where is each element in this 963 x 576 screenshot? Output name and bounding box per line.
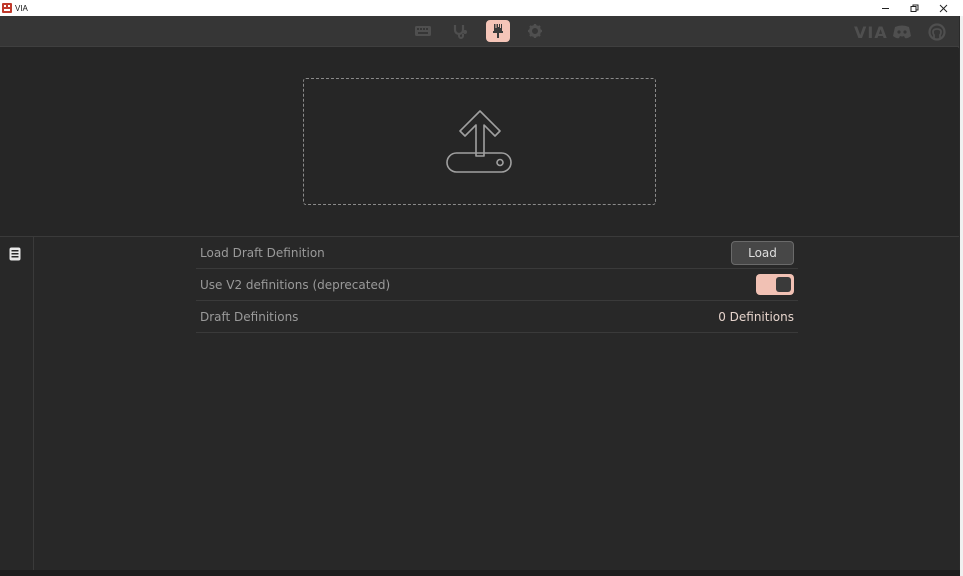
tab-settings[interactable] (523, 20, 547, 42)
via-logo-text: VIA (854, 22, 888, 42)
discord-link[interactable] (892, 22, 912, 42)
window-title: VIA (15, 3, 28, 13)
desktop-background-strip (0, 570, 963, 576)
settings-row-load-draft: Load Draft Definition Load (196, 237, 798, 269)
github-icon (928, 23, 946, 41)
via-app-icon (2, 3, 12, 13)
settings-list: Load Draft Definition Load Use V2 defini… (196, 237, 798, 333)
v2-definitions-toggle[interactable] (756, 274, 794, 295)
restore-icon (910, 4, 918, 12)
close-icon (939, 4, 947, 12)
keyboard-icon (415, 26, 431, 36)
minimize-button[interactable] (871, 0, 899, 16)
top-toolbar: VIA (0, 16, 959, 47)
discord-icon (893, 25, 911, 39)
github-link[interactable] (928, 22, 946, 42)
tab-design[interactable] (486, 20, 510, 42)
minimize-icon (881, 7, 889, 9)
lower-panel: Load Draft Definition Load Use V2 defini… (0, 237, 959, 570)
keyboard-file-icon[interactable] (9, 247, 21, 261)
load-button[interactable]: Load (731, 240, 794, 265)
gear-icon (528, 24, 542, 38)
settings-row-draft-definitions: Draft Definitions 0 Definitions (196, 301, 798, 333)
left-sidebar (0, 237, 34, 570)
settings-row-v2-definitions: Use V2 definitions (deprecated) (196, 269, 798, 301)
paintbrush-icon (493, 24, 503, 38)
via-logo[interactable]: VIA (854, 22, 888, 42)
row-label: Use V2 definitions (deprecated) (200, 277, 391, 292)
close-button[interactable] (929, 0, 957, 16)
tab-test[interactable] (448, 20, 472, 42)
toggle-knob (776, 277, 791, 292)
app-window: VIA Load Draft Definition Load Use V2 de… (0, 16, 959, 570)
row-label: Draft Definitions (200, 309, 299, 324)
upload-icon (446, 110, 512, 173)
window-titlebar: VIA (0, 0, 963, 16)
tab-configure[interactable] (411, 20, 435, 42)
stethoscope-icon (453, 25, 467, 39)
upper-panel (0, 48, 959, 237)
restore-button[interactable] (900, 0, 928, 16)
definition-dropzone[interactable] (303, 78, 656, 205)
row-label: Load Draft Definition (200, 245, 325, 260)
draft-definitions-count: 0 Definitions (718, 309, 794, 324)
